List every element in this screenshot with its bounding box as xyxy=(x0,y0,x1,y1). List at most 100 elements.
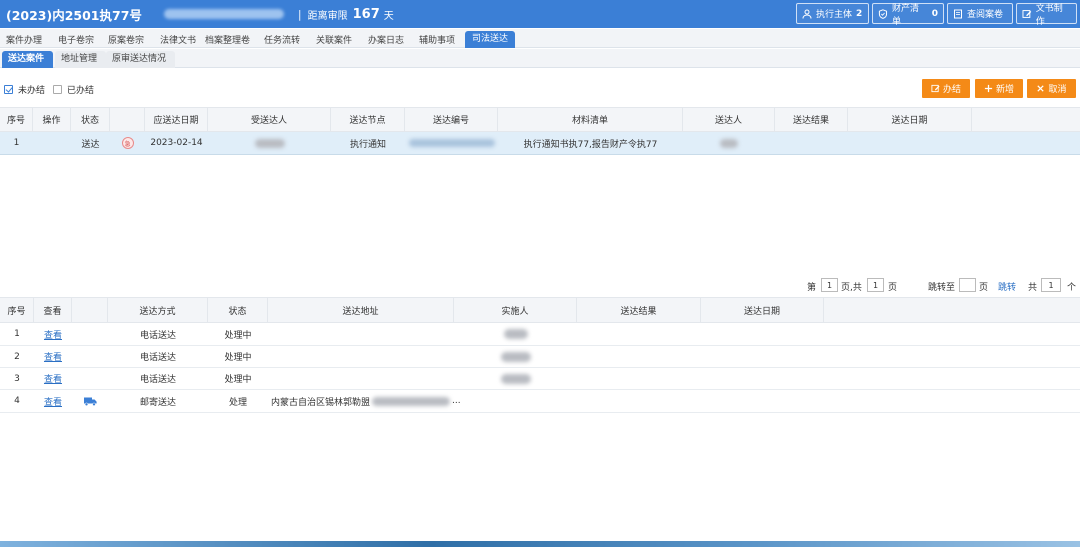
tab-task-flow[interactable]: 任务流转 xyxy=(264,33,300,46)
col-status: 状态 xyxy=(208,298,268,322)
book-icon xyxy=(954,9,962,18)
filter-unfinished[interactable]: 未办结 xyxy=(4,83,45,96)
tab-archive-organize[interactable]: 档案整理卷 xyxy=(205,33,250,46)
row-server xyxy=(683,132,775,154)
col-materials: 材料清单 xyxy=(498,108,683,131)
table-row[interactable]: 4 查看 邮寄送达 处理 内蒙古自治区锡林郭勒盟 ... xyxy=(0,390,1080,413)
close-icon xyxy=(1037,85,1045,92)
tab-case-log[interactable]: 办案日志 xyxy=(368,33,404,46)
page-suffix: 页,共 xyxy=(841,283,862,293)
row-method: 电话送达 xyxy=(139,375,176,385)
tab-related-cases[interactable]: 关联案件 xyxy=(316,33,352,46)
tab-original-file[interactable]: 原案卷宗 xyxy=(108,33,144,46)
redacted-server xyxy=(720,138,738,148)
person-icon xyxy=(802,9,812,19)
col-address: 送达地址 xyxy=(268,298,454,322)
col-view: 查看 xyxy=(34,298,72,322)
add-label: 新增 xyxy=(995,85,1014,95)
row-status: 送达 xyxy=(81,139,100,150)
row-index: 2 xyxy=(14,351,20,362)
col-badge xyxy=(110,108,145,131)
deadline-unit: 天 xyxy=(383,10,394,22)
row-method: 电话送达 xyxy=(139,353,176,363)
redacted-executor xyxy=(500,373,531,384)
tab-electronic-file[interactable]: 电子卷宗 xyxy=(58,33,94,46)
col-service-date: 送达日期 xyxy=(701,298,824,322)
row-status: 处理中 xyxy=(224,330,252,341)
row-due-date: 2023-02-14 xyxy=(150,138,203,148)
view-link[interactable]: 查看 xyxy=(44,328,62,341)
tab-original-service[interactable]: 原审送达情况 xyxy=(106,51,176,68)
property-list-button[interactable]: 财产清单 0 xyxy=(872,3,944,27)
filter-finished[interactable]: 已办结 xyxy=(53,83,94,96)
tab-service-cases[interactable]: 送达案件 xyxy=(2,51,54,68)
property-list-count: 0 xyxy=(931,8,938,19)
table-row[interactable]: 2 查看 电话送达 处理中 xyxy=(0,346,1080,368)
tab-address-management[interactable]: 地址管理 xyxy=(55,51,107,68)
col-recipient: 受送达人 xyxy=(208,108,331,131)
deadline-days: 167 xyxy=(352,6,380,22)
filter-finished-label: 已办结 xyxy=(67,86,95,96)
row-status: 处理 xyxy=(228,397,247,408)
header-separator: | xyxy=(297,7,302,21)
address-text: 内蒙古自治区锡林郭勒盟 xyxy=(271,397,371,408)
view-dossier-button[interactable]: 查阅案卷 xyxy=(947,3,1013,24)
redacted-address xyxy=(372,396,451,406)
row-service-no xyxy=(405,132,498,154)
jump-label: 跳转至 xyxy=(928,283,956,293)
row-operation[interactable] xyxy=(33,132,71,154)
checkbox-finished[interactable] xyxy=(53,85,62,94)
page-prefix: 第 xyxy=(807,283,817,293)
jump-input[interactable] xyxy=(959,278,976,292)
plus-icon xyxy=(984,84,993,93)
count-prefix: 共 xyxy=(1028,283,1038,293)
edit-icon xyxy=(931,84,940,93)
table-row[interactable]: 3 查看 电话送达 处理中 xyxy=(0,368,1080,390)
row-truck-cell xyxy=(72,390,108,412)
finish-label: 办结 xyxy=(942,85,961,95)
shield-icon xyxy=(878,8,888,19)
col-service-date: 送达日期 xyxy=(848,108,972,131)
table-row[interactable]: 1 查看 电话送达 处理中 xyxy=(0,323,1080,346)
footer-bar xyxy=(0,541,1080,547)
redacted-service-no xyxy=(408,139,495,147)
tab-judicial-service[interactable]: 司法送达 xyxy=(465,31,516,48)
case-number: (2023)内2501执77号 xyxy=(6,7,142,23)
finish-button[interactable]: 办结 xyxy=(922,79,970,98)
col-node: 送达节点 xyxy=(331,108,405,131)
address-ellipsis: ... xyxy=(452,396,461,406)
cancel-button[interactable]: 取消 xyxy=(1027,79,1076,98)
execution-subject-button[interactable]: 执行主体 2 xyxy=(796,3,869,24)
view-link[interactable]: 查看 xyxy=(44,372,62,385)
property-list-label: 财产清单 xyxy=(891,3,919,27)
redacted-recipient xyxy=(254,138,285,148)
sub-tab-bar: 送达案件 地址管理 原审送达情况 xyxy=(0,49,1080,68)
tab-case-handling[interactable]: 案件办理 xyxy=(6,33,42,46)
row-status: 处理中 xyxy=(224,353,252,363)
document-making-button[interactable]: 文书制作 xyxy=(1016,3,1077,27)
view-link[interactable]: 查看 xyxy=(44,395,62,408)
row-address: 内蒙古自治区锡林郭勒盟 ... xyxy=(268,390,468,412)
col-result: 送达结果 xyxy=(775,108,848,131)
row-index: 3 xyxy=(14,373,20,384)
checkbox-unfinished[interactable] xyxy=(4,85,13,94)
add-button[interactable]: 新增 xyxy=(975,79,1023,98)
jump-button[interactable]: 跳转 xyxy=(998,280,1016,293)
tab-auxiliary[interactable]: 辅助事项 xyxy=(419,33,455,46)
col-operation: 操作 xyxy=(33,108,71,131)
col-index: 序号 xyxy=(0,298,34,322)
col-result: 送达结果 xyxy=(577,298,701,322)
table-row[interactable]: 1 送达 急 2023-02-14 执行通知 执行通知书执77,报告财产令执77 xyxy=(0,132,1080,155)
page-input[interactable]: 1 xyxy=(821,278,838,292)
redacted-executor xyxy=(503,329,528,339)
view-link[interactable]: 查看 xyxy=(44,350,62,363)
app-window: (2023)内2501执77号 | 距离审限 167 天 执行主体 2 财产清单… xyxy=(0,0,1080,547)
truck-icon xyxy=(83,397,97,406)
document-making-label: 文书制作 xyxy=(1035,3,1063,27)
row-index: 4 xyxy=(14,396,20,406)
filter-unfinished-label: 未办结 xyxy=(18,86,46,96)
redacted-party-name xyxy=(163,9,284,19)
tab-legal-documents[interactable]: 法律文书 xyxy=(160,33,196,46)
execution-subject-count: 2 xyxy=(856,8,863,19)
row-badge-cell: 急 xyxy=(110,132,145,154)
